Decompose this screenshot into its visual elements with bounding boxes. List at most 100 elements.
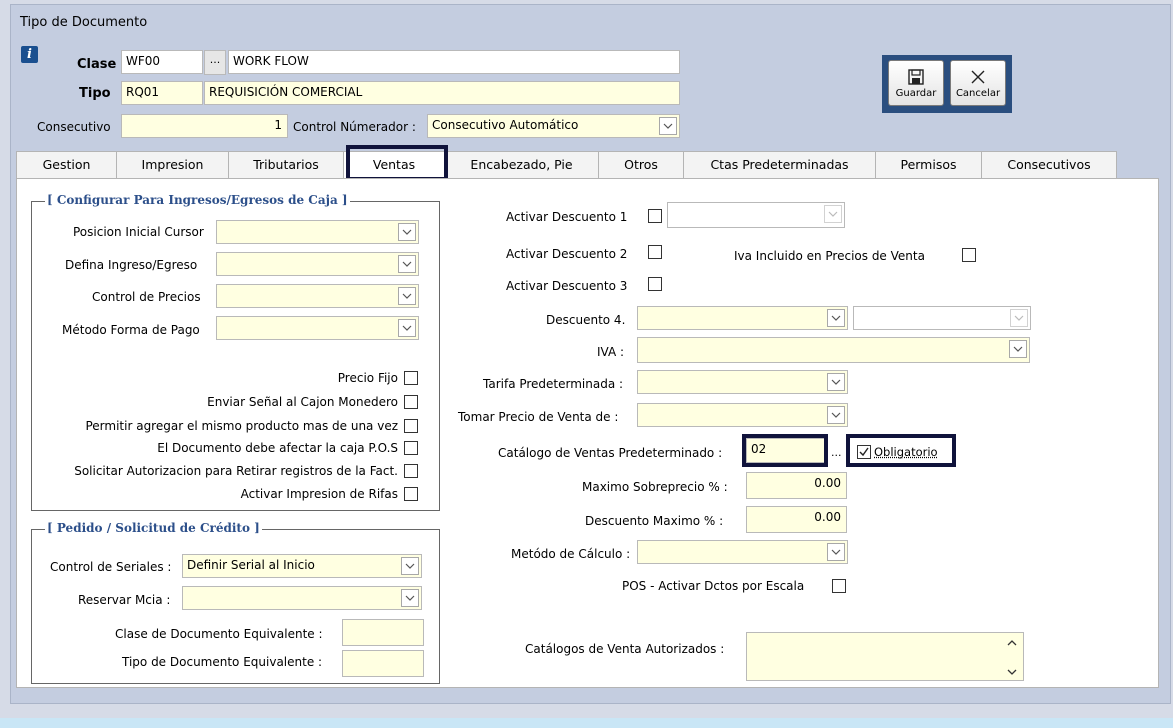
descuento-1-label: Activar Descuento 1 — [506, 210, 628, 224]
tarifa-select[interactable] — [637, 370, 848, 394]
descuento-1-select[interactable] — [667, 202, 845, 228]
autorizacion-retirar-checkbox[interactable] — [404, 464, 418, 478]
tipo-label: Tipo — [79, 86, 111, 101]
tipo-equivalente-label: Tipo de Documento Equivalente : — [122, 655, 323, 669]
info-icon[interactable]: i — [21, 46, 38, 63]
pos-escala-checkbox[interactable] — [832, 579, 846, 593]
clase-equivalente-input[interactable] — [342, 619, 424, 646]
chevron-down-icon[interactable] — [824, 205, 842, 223]
tab-strip: Gestion Impresion Tributarios Ventas Enc… — [16, 151, 1120, 179]
tab-ctas-predeterminadas[interactable]: Ctas Predeterminadas — [683, 151, 876, 179]
tab-encabezado-pie[interactable]: Encabezado, Pie — [444, 151, 599, 179]
consecutivo-label: Consecutivo — [37, 120, 111, 134]
chevron-down-icon[interactable] — [398, 255, 416, 273]
chevron-down-icon[interactable] — [1009, 340, 1027, 358]
chevron-down-icon[interactable] — [398, 287, 416, 305]
chevron-down-icon[interactable] — [401, 557, 419, 575]
catalogos-autorizados-label: Catálogos de Venta Autorizados : — [525, 642, 725, 656]
cajon-monedero-label: Enviar Señal al Cajon Monedero — [207, 395, 398, 409]
cajon-monedero-checkbox[interactable] — [404, 395, 418, 409]
tab-tributarios[interactable]: Tributarios — [228, 151, 344, 179]
iva-label: IVA : — [597, 345, 625, 359]
descuento-maximo-label: Descuento Maximo % : — [585, 514, 724, 528]
iva-incluido-checkbox[interactable] — [962, 248, 976, 262]
chevron-down-icon[interactable] — [1007, 669, 1017, 675]
ingreso-select[interactable] — [216, 252, 419, 276]
clase-code-input[interactable]: WF00 — [121, 50, 203, 74]
posicion-select[interactable] — [216, 220, 419, 244]
reservar-select[interactable] — [182, 586, 422, 610]
tarifa-label: Tarifa Predeterminada : — [483, 377, 624, 391]
tipo-equivalente-input[interactable] — [342, 650, 424, 677]
chevron-down-icon[interactable] — [398, 319, 416, 337]
tomar-precio-select[interactable] — [637, 403, 848, 427]
close-icon — [971, 70, 985, 83]
tab-gestion[interactable]: Gestion — [16, 151, 117, 179]
consecutivo-input[interactable]: 1 — [121, 114, 288, 138]
seriales-value: Definir Serial al Inicio — [187, 558, 315, 572]
impresion-rifas-checkbox[interactable] — [404, 487, 418, 501]
save-button[interactable]: Guardar — [888, 60, 944, 106]
ingreso-label: Defina Ingreso/Egreso — [65, 258, 198, 272]
descuento-1-checkbox[interactable] — [648, 209, 662, 223]
tab-impresion[interactable]: Impresion — [116, 151, 229, 179]
pedido-group-title: [ Pedido / Solicitud de Crédito ] — [45, 521, 262, 535]
tab-consecutivos[interactable]: Consecutivos — [981, 151, 1117, 179]
descuento-3-label: Activar Descuento 3 — [506, 279, 628, 293]
chevron-down-icon[interactable] — [827, 373, 845, 391]
tomar-precio-label: Tomar Precio de Venta de : — [458, 410, 619, 424]
control-numerador-label: Control Númerador : — [293, 120, 416, 134]
seriales-select[interactable]: Definir Serial al Inicio — [182, 554, 422, 578]
precio-fijo-label: Precio Fijo — [337, 371, 398, 385]
agregar-producto-label: Permitir agregar el mismo producto mas d… — [85, 419, 398, 433]
cancel-button[interactable]: Cancelar — [950, 60, 1006, 106]
chevron-down-icon[interactable] — [1010, 309, 1028, 327]
clase-lookup-button[interactable]: ... — [204, 50, 226, 75]
chevron-down-icon[interactable] — [398, 223, 416, 241]
tab-otros[interactable]: Otros — [598, 151, 684, 179]
descuento-2-checkbox[interactable] — [648, 245, 662, 259]
metodo-calculo-select[interactable] — [637, 540, 848, 564]
catalogo-highlight — [742, 434, 828, 467]
forma-pago-label: Método Forma de Pago — [62, 323, 200, 337]
tipo-name-field: REQUISICIÓN COMERCIAL — [204, 81, 680, 105]
iva-incluido-label: Iva Incluido en Precios de Venta — [734, 249, 925, 263]
sobreprecio-label: Maximo Sobreprecio % : — [582, 480, 728, 494]
chevron-down-icon[interactable] — [827, 309, 845, 327]
sobreprecio-input[interactable]: 0.00 — [746, 472, 847, 499]
impresion-rifas-label: Activar Impresion de Rifas — [240, 487, 398, 501]
metodo-calculo-label: Metódo de Cálculo : — [511, 547, 631, 561]
descuento-maximo-input[interactable]: 0.00 — [746, 506, 847, 533]
forma-pago-select[interactable] — [216, 316, 419, 340]
afectar-caja-label: El Documento debe afectar la caja P.O.S — [157, 441, 398, 455]
chevron-down-icon[interactable] — [659, 117, 677, 135]
seriales-label: Control de Seriales : — [50, 560, 172, 574]
pos-escala-label: POS - Activar Dctos por Escala — [622, 579, 805, 593]
clase-label: Clase — [77, 57, 117, 72]
scrollbar[interactable] — [1003, 635, 1021, 679]
chevron-down-icon[interactable] — [827, 543, 845, 561]
descuento-4-select[interactable] — [637, 306, 848, 330]
chevron-up-icon[interactable] — [1007, 640, 1017, 646]
catalogos-autorizados-list[interactable] — [746, 632, 1024, 681]
descuento-4-label: Descuento 4. — [546, 313, 626, 327]
descuento-3-checkbox[interactable] — [648, 277, 662, 291]
catalogo-label: Catálogo de Ventas Predeterminado : — [498, 446, 723, 460]
catalogo-lookup-button[interactable]: ... — [831, 446, 842, 459]
floppy-disk-icon — [908, 68, 924, 85]
tab-permisos[interactable]: Permisos — [875, 151, 982, 179]
obligatorio-checkbox[interactable] — [857, 445, 871, 459]
status-bar — [0, 718, 1173, 728]
obligatorio-label: Obligatorio — [874, 445, 938, 459]
agregar-producto-checkbox[interactable] — [404, 419, 418, 433]
precios-select[interactable] — [216, 284, 419, 308]
precio-fijo-checkbox[interactable] — [404, 371, 418, 385]
afectar-caja-checkbox[interactable] — [404, 441, 418, 455]
tipo-code-input[interactable]: RQ01 — [121, 81, 203, 105]
descuento-4-secondary-select[interactable] — [853, 306, 1031, 330]
iva-select[interactable] — [637, 337, 1030, 363]
control-numerador-select[interactable]: Consecutivo Automático — [427, 114, 680, 138]
chevron-down-icon[interactable] — [401, 589, 419, 607]
tab-ventas-highlight — [346, 145, 448, 181]
chevron-down-icon[interactable] — [827, 406, 845, 424]
